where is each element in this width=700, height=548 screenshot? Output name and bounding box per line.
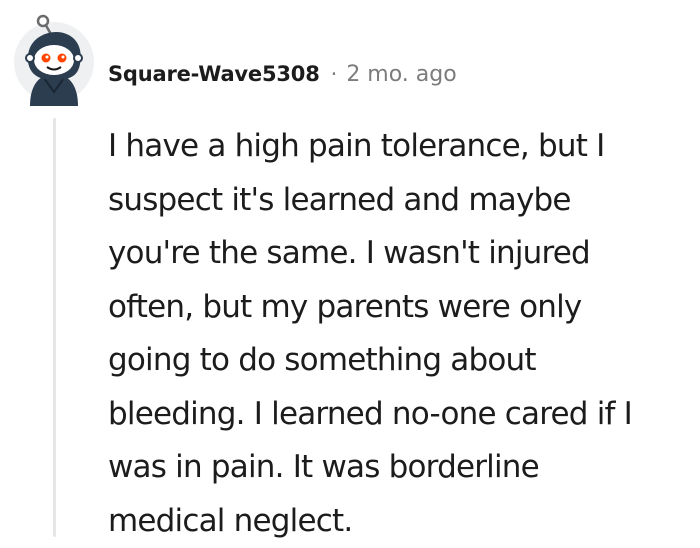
snoo-avatar-icon bbox=[14, 14, 98, 106]
comment-body-line: suspect it's learned and maybe bbox=[108, 174, 688, 228]
comment-body: I have a high pain tolerance, but I susp… bbox=[108, 120, 688, 548]
comment-meta: Square-Wave5308 · 2 mo. ago bbox=[108, 58, 457, 90]
comment-body-line: bleeding. I learned no-one cared if I bbox=[108, 388, 688, 442]
comment: Square-Wave5308 · 2 mo. ago I have a hig… bbox=[0, 0, 700, 537]
comment-body-line: often, but my parents were only bbox=[108, 281, 688, 335]
comment-body-line: was in pain. It was borderline bbox=[108, 441, 688, 495]
user-avatar[interactable] bbox=[14, 14, 98, 106]
meta-separator: · bbox=[331, 62, 338, 86]
comment-body-line: medical neglect. bbox=[108, 495, 688, 548]
comment-body-line: going to do something about bbox=[108, 334, 688, 388]
comment-timestamp[interactable]: 2 mo. ago bbox=[346, 62, 456, 87]
comment-body-line: you're the same. I wasn't injured bbox=[108, 227, 688, 281]
comment-body-line: I have a high pain tolerance, but I bbox=[108, 120, 688, 174]
thread-collapse-line[interactable] bbox=[53, 118, 56, 537]
author-username[interactable]: Square-Wave5308 bbox=[108, 62, 320, 86]
